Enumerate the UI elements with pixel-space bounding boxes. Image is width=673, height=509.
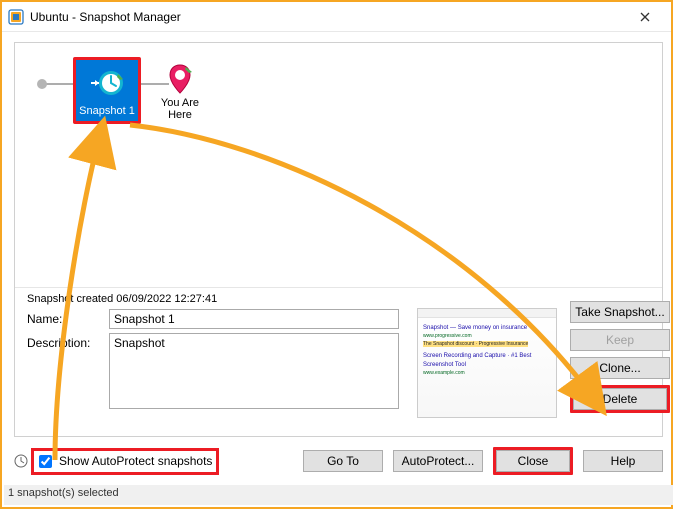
you-are-here-label: You Are Here (161, 97, 199, 121)
snapshot-icon (89, 65, 125, 101)
statusbar-text: 1 snapshot(s) selected (8, 487, 119, 499)
right-button-column: Take Snapshot... Keep Clone... Delete (570, 301, 670, 413)
window-close-button[interactable] (625, 3, 665, 31)
delete-button[interactable]: Delete (573, 388, 667, 410)
statusbar: 1 snapshot(s) selected (4, 485, 673, 505)
clone-button[interactable]: Clone... (570, 357, 670, 379)
created-timestamp: Snapshot created 06/09/2022 12:27:41 (23, 293, 656, 305)
close-button-highlight: Close (493, 447, 573, 475)
show-autoprotect-label: Show AutoProtect snapshots (59, 454, 212, 468)
help-button[interactable]: Help (583, 450, 663, 472)
keep-button: Keep (570, 329, 670, 351)
autoprotect-checkbox-highlight: Show AutoProtect snapshots (31, 448, 219, 475)
you-are-here-icon (166, 63, 194, 95)
vmware-icon (8, 9, 24, 25)
goto-button[interactable]: Go To (303, 450, 383, 472)
take-snapshot-button[interactable]: Take Snapshot... (570, 301, 670, 323)
you-are-here-node[interactable]: You Are Here (150, 63, 210, 121)
bottom-row: Show AutoProtect snapshots Go To AutoPro… (14, 446, 663, 476)
snapshot-node-selected[interactable]: Snapshot 1 (77, 57, 137, 124)
history-icon (14, 454, 28, 468)
snapshot-node-label: Snapshot 1 (78, 105, 136, 117)
name-input[interactable] (109, 309, 399, 329)
description-input[interactable] (109, 333, 399, 409)
snapshot-details-panel: Snapshot created 06/09/2022 12:27:41 Nam… (15, 289, 664, 421)
close-button[interactable]: Close (496, 450, 570, 472)
show-autoprotect-checkbox-input[interactable] (39, 455, 52, 468)
snapshot-manager-window: Ubuntu - Snapshot Manager (0, 0, 673, 509)
tree-root-dot (37, 79, 47, 89)
name-label: Name: (23, 309, 109, 326)
window-title: Ubuntu - Snapshot Manager (30, 10, 625, 24)
titlebar: Ubuntu - Snapshot Manager (2, 2, 671, 32)
delete-button-highlight: Delete (570, 385, 670, 413)
snapshot-tree-area[interactable]: Snapshot 1 You Are Here (15, 43, 662, 288)
content-frame: Snapshot 1 You Are Here Snapshot created… (14, 42, 663, 437)
description-label: Description: (23, 333, 109, 350)
screenshot-thumbnail: Snapshot — Save money on insurance www.p… (417, 308, 557, 418)
autoprotect-button[interactable]: AutoProtect... (393, 450, 483, 472)
show-autoprotect-checkbox[interactable]: Show AutoProtect snapshots (34, 451, 216, 472)
